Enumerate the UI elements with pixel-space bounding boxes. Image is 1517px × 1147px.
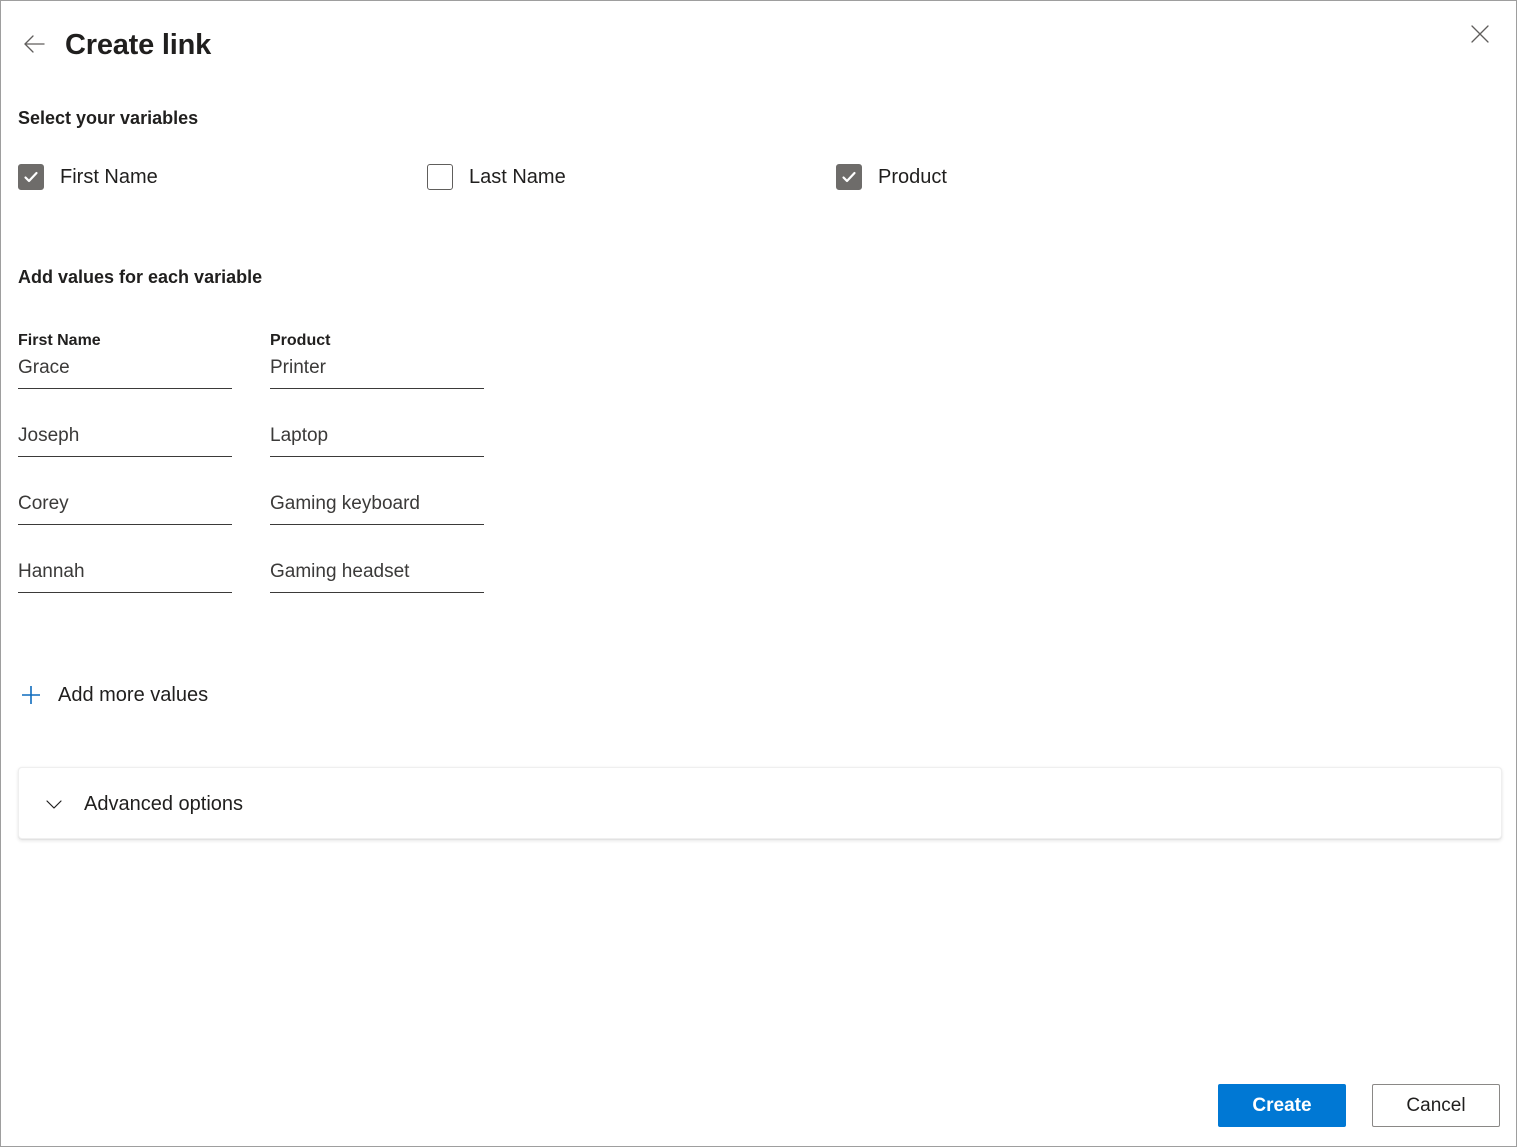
checkbox-box[interactable]	[836, 164, 862, 190]
value-row	[270, 421, 484, 489]
value-input-product-4[interactable]	[270, 557, 484, 593]
value-row	[18, 353, 232, 421]
checkbox-box[interactable]	[18, 164, 44, 190]
page-title: Create link	[65, 29, 212, 61]
checkbox-label: First Name	[60, 166, 158, 188]
value-input-product-1[interactable]	[270, 353, 484, 389]
value-input-product-2[interactable]	[270, 421, 484, 457]
value-column-first-name: First Name	[18, 329, 232, 625]
checkbox-label: Last Name	[469, 166, 566, 188]
select-variables-heading: Select your variables	[18, 108, 199, 128]
checkmark-icon	[22, 168, 40, 186]
dialog-header: Create link	[1, 1, 1516, 89]
advanced-options-toggle[interactable]: Advanced options	[42, 768, 243, 840]
value-input-first-name-4[interactable]	[18, 557, 232, 593]
value-input-first-name-1[interactable]	[18, 353, 232, 389]
dialog-footer: Create Cancel	[1, 1060, 1516, 1146]
add-values-heading: Add values for each variable	[18, 267, 263, 287]
plus-icon	[18, 682, 44, 708]
value-input-first-name-2[interactable]	[18, 421, 232, 457]
checkmark-icon	[840, 168, 858, 186]
value-input-first-name-3[interactable]	[18, 489, 232, 525]
checkbox-last-name[interactable]: Last Name	[427, 161, 566, 193]
arrow-left-icon	[21, 31, 47, 57]
value-row	[270, 557, 484, 625]
value-row	[18, 489, 232, 557]
add-more-values-label: Add more values	[58, 683, 209, 706]
value-input-product-3[interactable]	[270, 489, 484, 525]
cancel-button[interactable]: Cancel	[1372, 1084, 1500, 1127]
add-more-values-button[interactable]: Add more values	[18, 677, 208, 713]
advanced-options-card[interactable]: Advanced options	[18, 767, 1502, 839]
create-button[interactable]: Create	[1218, 1084, 1346, 1127]
create-link-dialog: Create link Select your variables First …	[0, 0, 1517, 1147]
close-button[interactable]	[1457, 13, 1502, 55]
variables-checkbox-row: First Name Last Name Product	[18, 161, 1218, 193]
chevron-down-icon	[42, 792, 66, 816]
checkbox-box[interactable]	[427, 164, 453, 190]
column-header: Product	[270, 332, 331, 349]
value-row	[18, 557, 232, 625]
value-row	[18, 421, 232, 489]
back-button[interactable]	[17, 27, 51, 61]
advanced-options-label: Advanced options	[84, 792, 244, 815]
checkbox-label: Product	[878, 166, 947, 188]
column-header: First Name	[18, 332, 101, 349]
value-row	[270, 489, 484, 557]
value-column-product: Product	[270, 329, 484, 625]
checkbox-first-name[interactable]: First Name	[18, 161, 158, 193]
close-icon	[1469, 23, 1491, 45]
checkbox-product[interactable]: Product	[836, 161, 947, 193]
value-row	[270, 353, 484, 421]
